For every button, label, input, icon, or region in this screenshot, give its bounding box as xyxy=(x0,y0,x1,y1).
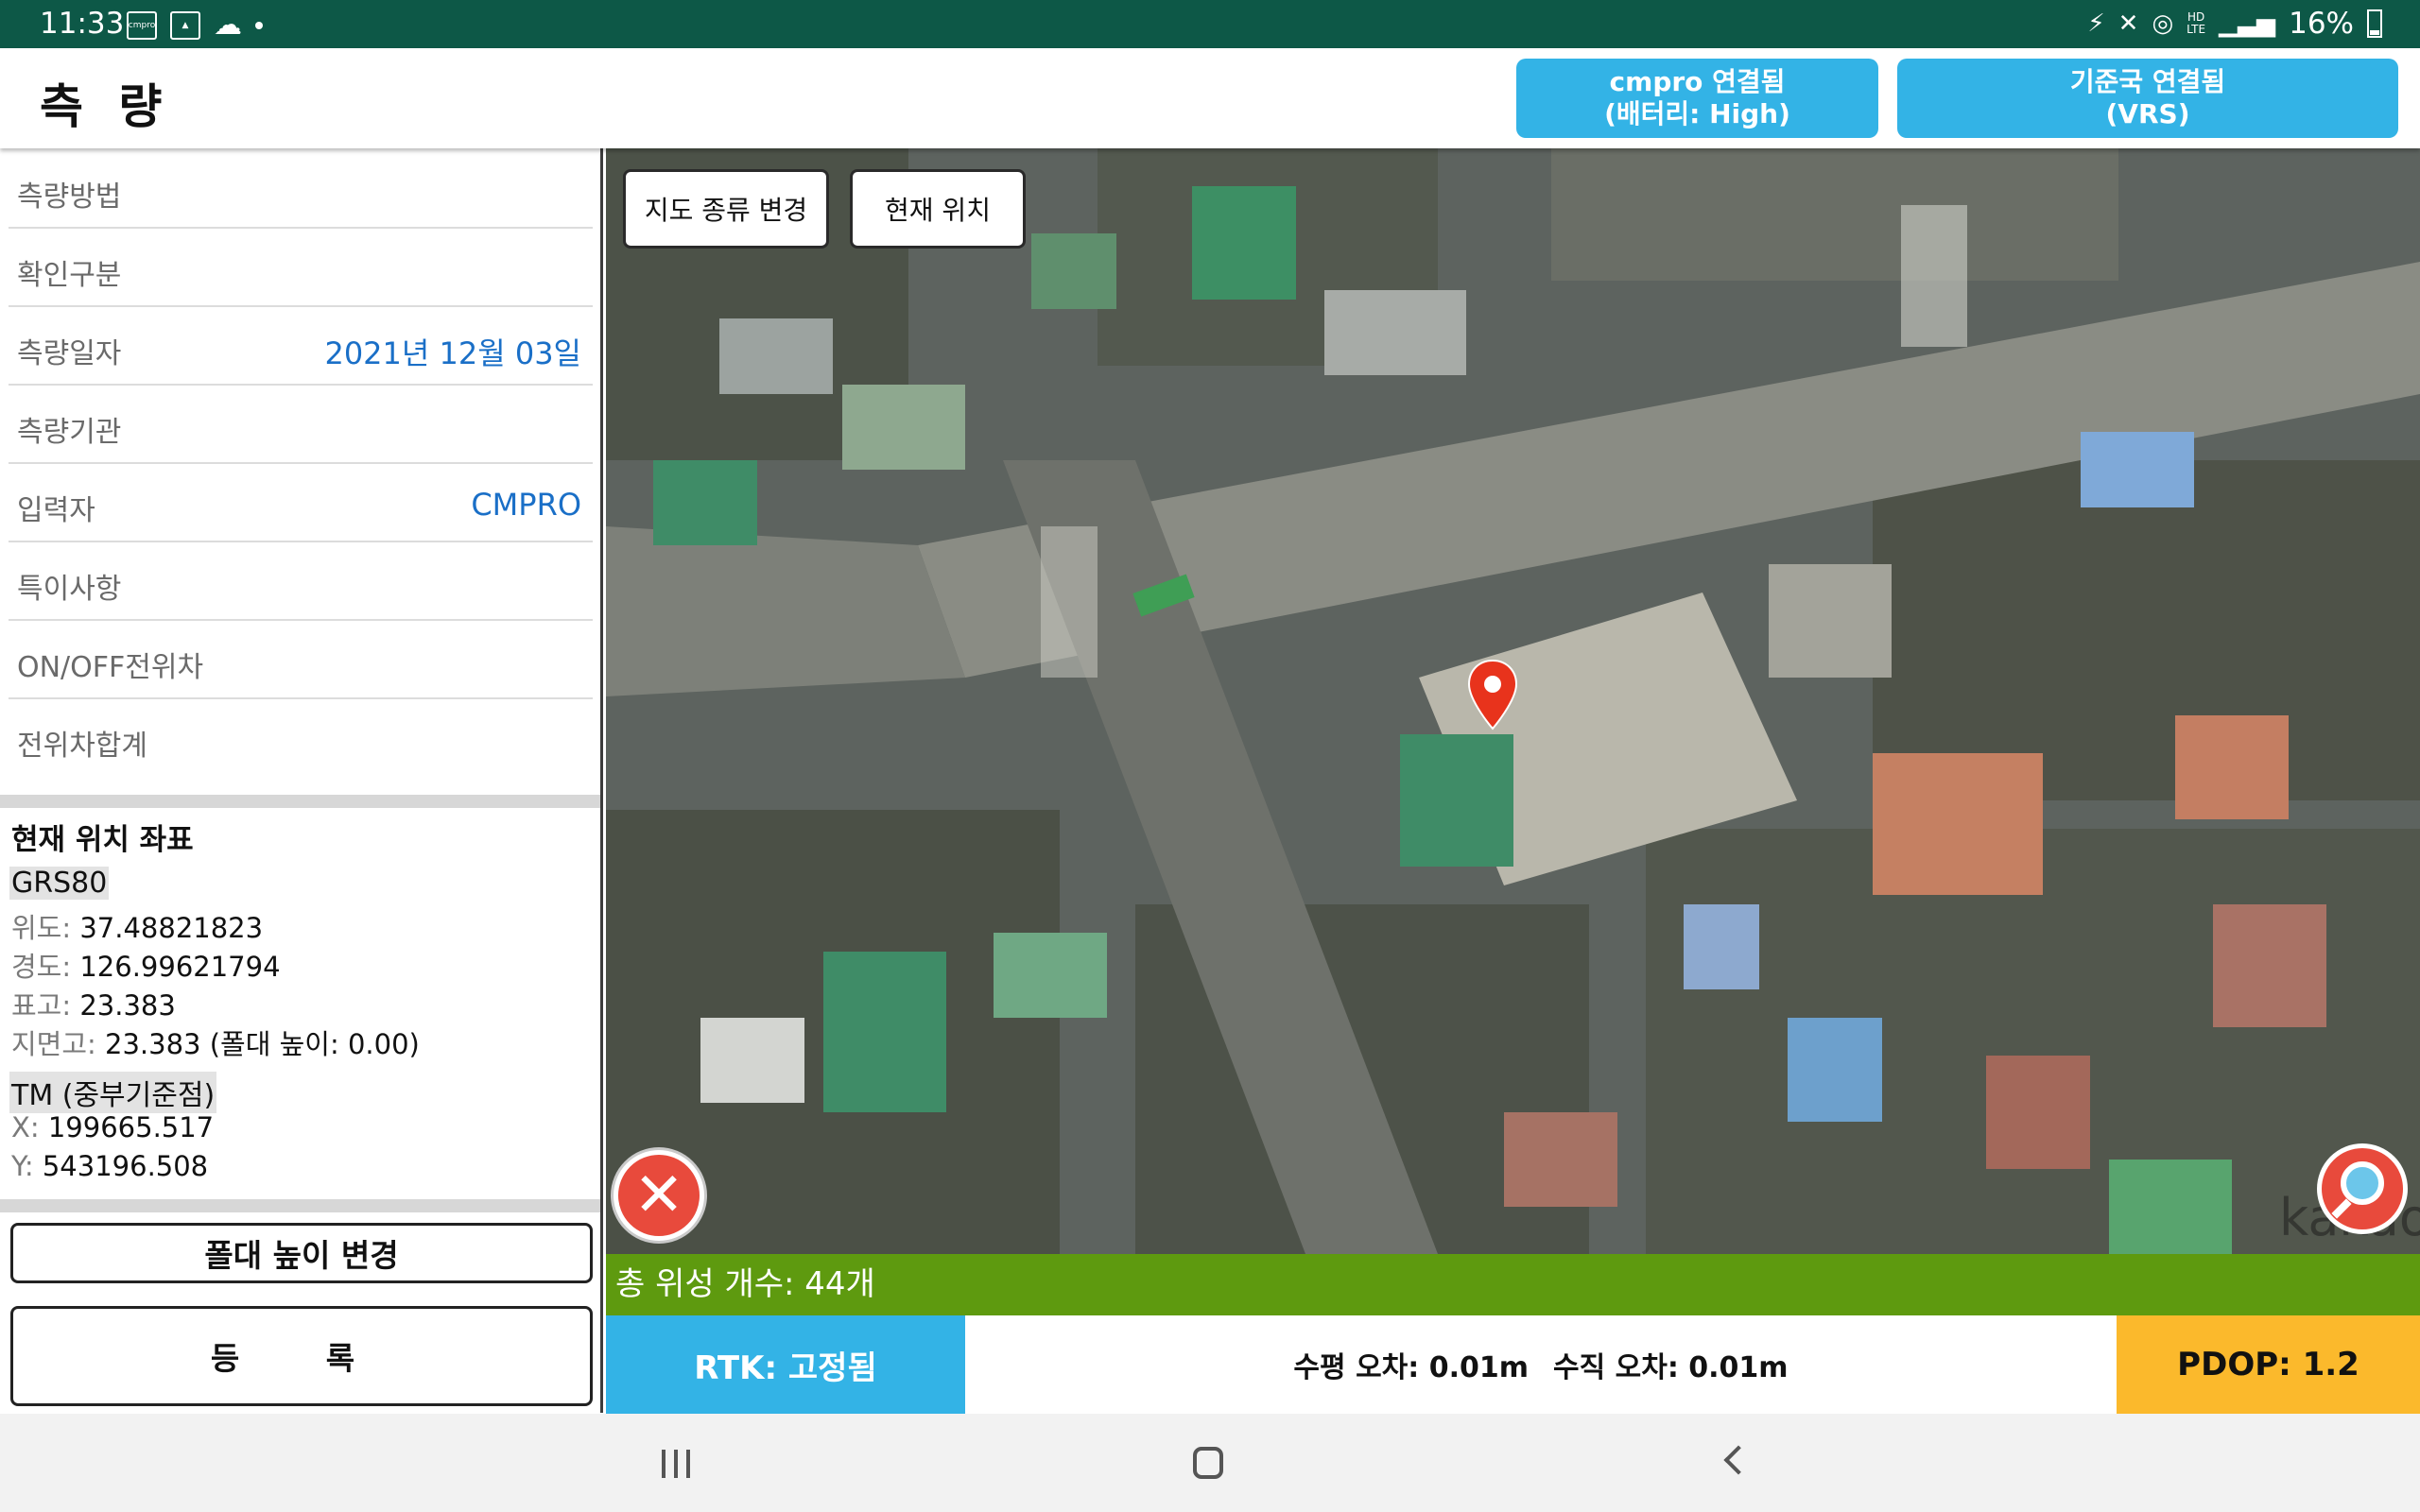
current-location-button[interactable]: 현재 위치 xyxy=(850,169,1026,249)
form-row-label: ON/OFF전위차 xyxy=(17,651,204,684)
form-row-label: 측량방법 xyxy=(17,180,122,214)
tm-y-label: Y: xyxy=(11,1150,34,1182)
tm-tag: TM (중부기준점) xyxy=(9,1072,217,1113)
form-row-date[interactable]: 측량일자 2021년 12월 03일 xyxy=(9,307,593,386)
vertical-error: 수직 오차: 0.01m xyxy=(1553,1351,1789,1384)
ground-height-value: 23.383 (폴대 높이: 0.00) xyxy=(105,1028,420,1060)
home-icon[interactable] xyxy=(1193,1447,1223,1479)
longitude-value: 126.99621794 xyxy=(79,951,281,983)
form-row-agency[interactable]: 측량기관 xyxy=(9,386,593,464)
horizontal-error: 수평 오차: 0.01m xyxy=(1293,1351,1529,1384)
grs80-tag: GRS80 xyxy=(9,867,110,900)
device-connection-line2: (배터리: High) xyxy=(1604,98,1790,129)
current-coordinates: 현재 위치 좌표 GRS80 위도: 37.48821823 경도: 126.9… xyxy=(0,808,600,1195)
longitude-line: 경도: 126.99621794 xyxy=(11,945,281,985)
coordinates-heading: 현재 위치 좌표 xyxy=(11,823,194,857)
form-row-label: 측량기관 xyxy=(17,416,122,449)
form-row-label: 확인구분 xyxy=(17,259,122,292)
gallery-icon: ▲ xyxy=(170,10,200,40)
base-station-line2: (VRS) xyxy=(2105,98,2190,129)
search-zoom-icon[interactable] xyxy=(2317,1143,2408,1234)
section-divider xyxy=(0,1199,600,1212)
base-station-button[interactable]: 기준국 연결됨 (VRS) xyxy=(1897,59,2398,138)
latitude-value: 37.48821823 xyxy=(79,912,264,944)
base-station-line1: 기준국 연결됨 xyxy=(2069,66,2226,97)
magnifier-handle xyxy=(2331,1198,2352,1219)
hd-lte-icon: HD LTE xyxy=(2187,11,2205,36)
tm-x-label: X: xyxy=(11,1111,40,1143)
satellite-count-bar: 총 위성 개수: 44개 xyxy=(606,1254,2420,1315)
status-time: 11:33 xyxy=(40,7,125,41)
cloud-icon: ☁ xyxy=(214,9,242,42)
device-connection-button[interactable]: cmpro 연결됨 (배터리: High) xyxy=(1516,59,1878,138)
system-nav-bar xyxy=(0,1414,2420,1512)
more-dot-icon xyxy=(255,21,263,29)
error-info: 수평 오차: 0.01m 수직 오차: 0.01m xyxy=(965,1315,2117,1414)
tm-x-line: X: 199665.517 xyxy=(11,1111,214,1143)
app-root: 11:33 cmpro ▲ ☁ ⚡ ✕ ◎ HD LTE ▁▃▅ 16% 측 량… xyxy=(0,0,2420,1512)
app-header: 측 량 cmpro 연결됨 (배터리: High) 기준국 연결됨 (VRS) xyxy=(0,48,2420,148)
hotspot-icon: ◎ xyxy=(2152,9,2174,38)
elevation-value: 23.383 xyxy=(79,989,176,1022)
latitude-line: 위도: 37.48821823 xyxy=(11,906,263,946)
form-row-method[interactable]: 측량방법 xyxy=(9,150,593,229)
satellite-map[interactable]: 지도 종류 변경 현재 위치 ✕ kakao xyxy=(606,148,2420,1254)
form-row-value: 2021년 12월 03일 xyxy=(324,335,581,371)
form-row-confirm-type[interactable]: 확인구분 xyxy=(9,229,593,307)
mute-icon: ✕ xyxy=(2118,9,2139,38)
location-marker-icon[interactable] xyxy=(1466,659,1519,730)
form-row-operator[interactable]: 입력자 CMPRO xyxy=(9,464,593,542)
survey-form-panel: 측량방법 확인구분 측량일자 2021년 12월 03일 측량기관 입력자 CM… xyxy=(0,148,603,1413)
form-row-onoff-potential[interactable]: ON/OFF전위차 xyxy=(9,621,593,699)
ground-height-line: 지면고: 23.383 (폴대 높이: 0.00) xyxy=(11,1022,420,1062)
pole-height-button[interactable]: 폴대 높이 변경 xyxy=(10,1223,593,1283)
section-divider xyxy=(0,795,600,808)
form-row-remarks[interactable]: 특이사항 xyxy=(9,542,593,621)
back-icon[interactable] xyxy=(1723,1445,1754,1475)
signal-bars-icon: ▁▃▅ xyxy=(2219,9,2276,38)
status-bar: 11:33 cmpro ▲ ☁ ⚡ ✕ ◎ HD LTE ▁▃▅ 16% xyxy=(0,0,2420,48)
form-row-label: 특이사항 xyxy=(17,573,122,606)
ground-height-label: 지면고: xyxy=(11,1028,96,1060)
battery-icon xyxy=(2367,9,2382,38)
signal-off-icon: ⚡ xyxy=(2087,9,2105,38)
tm-y-value: 543196.508 xyxy=(42,1150,209,1182)
device-connection-line1: cmpro 연결됨 xyxy=(1609,66,1786,97)
close-icon[interactable]: ✕ xyxy=(614,1150,704,1241)
status-system-icons: ⚡ ✕ ◎ HD LTE ▁▃▅ 16% xyxy=(2087,7,2382,41)
magnifier-lens xyxy=(2341,1161,2384,1205)
form-row-value: CMPRO xyxy=(471,487,581,523)
page-title: 측 량 xyxy=(40,79,172,134)
elevation-line: 표고: 23.383 xyxy=(11,984,176,1023)
tm-y-line: Y: 543196.508 xyxy=(11,1150,208,1182)
cmpro-app-icon: cmpro xyxy=(127,10,157,40)
register-button[interactable]: 등 록 xyxy=(10,1306,593,1406)
lte-label: LTE xyxy=(2187,23,2206,36)
pdop-value: PDOP: 1.2 xyxy=(2117,1315,2420,1414)
rtk-status: RTK: 고정됨 xyxy=(606,1315,965,1414)
longitude-label: 경도: xyxy=(11,951,72,983)
battery-percent: 16% xyxy=(2289,7,2354,41)
latitude-label: 위도: xyxy=(11,912,72,944)
form-row-label: 전위차합계 xyxy=(17,730,147,763)
recent-apps-icon[interactable] xyxy=(662,1450,690,1478)
form-row-potential-sum[interactable]: 전위차합계 xyxy=(9,699,593,778)
hd-label: HD xyxy=(2187,10,2205,24)
form-row-label: 측량일자 xyxy=(17,337,122,370)
form-row-label: 입력자 xyxy=(17,494,95,527)
tm-x-value: 199665.517 xyxy=(47,1111,215,1143)
elevation-label: 표고: xyxy=(11,989,72,1022)
status-notifications: cmpro ▲ ☁ xyxy=(127,9,263,42)
map-type-button[interactable]: 지도 종류 변경 xyxy=(623,169,829,249)
